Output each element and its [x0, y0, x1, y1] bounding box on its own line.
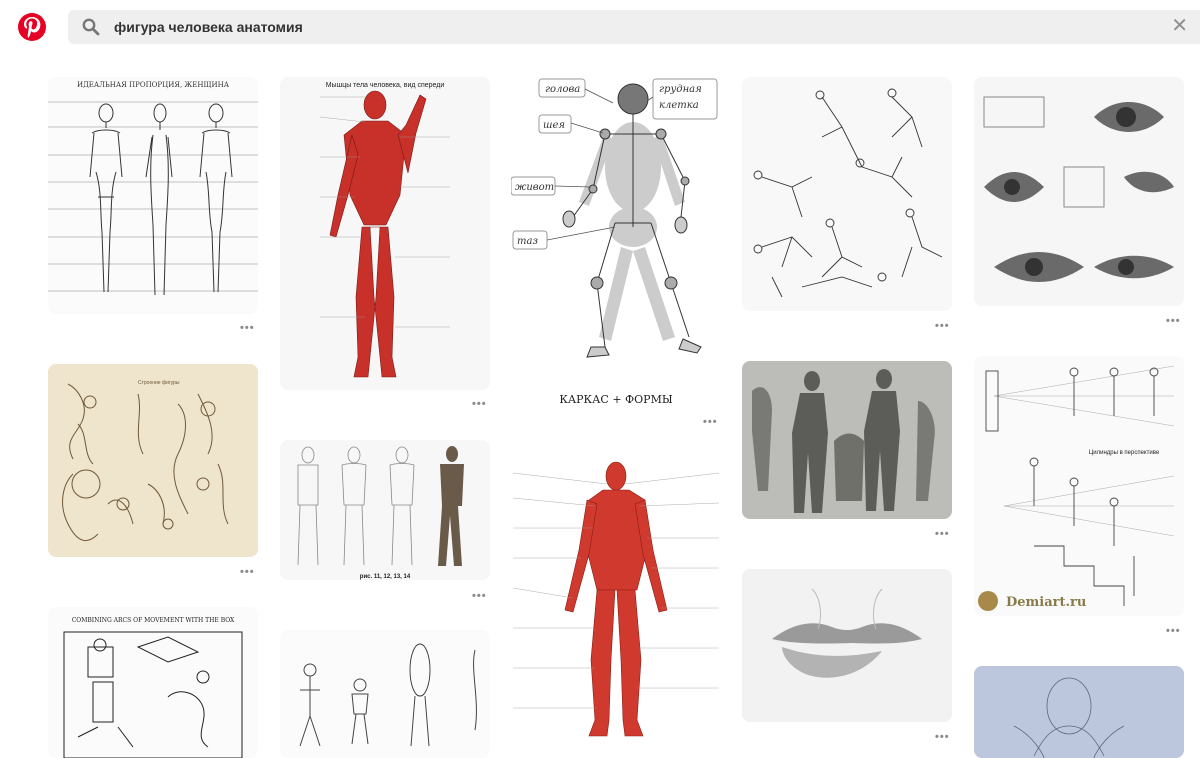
label-belly: живот: [515, 182, 554, 193]
pin-title: Цилиндры в перспективе: [1089, 450, 1160, 456]
pin-more-icon[interactable]: •••: [935, 731, 950, 743]
pinterest-logo-icon[interactable]: [18, 13, 46, 41]
pin-figure-stages[interactable]: рис. 11, 12, 13, 14: [280, 440, 490, 580]
pin-skeleton-frame[interactable]: голова грудная клетка шея живот таз КАРКА…: [511, 77, 721, 407]
pin-title: Строение фигуры: [138, 380, 180, 386]
pin-more-icon[interactable]: •••: [472, 398, 487, 410]
pin-more-icon[interactable]: •••: [935, 320, 950, 332]
clear-search-icon[interactable]: ✕: [1171, 16, 1188, 36]
pin-more-icon[interactable]: •••: [240, 322, 255, 334]
pin-cylinders-perspective[interactable]: Цилиндры в перспективе Demiart.ru: [974, 356, 1184, 616]
top-bar: фигура человека анатомия ✕: [0, 0, 1200, 60]
pin-more-icon[interactable]: •••: [703, 416, 718, 428]
pin-more-icon[interactable]: •••: [935, 528, 950, 540]
label-pelvis: таз: [517, 236, 538, 247]
pin-anatomy-studies[interactable]: [742, 361, 952, 519]
pin-blue-sketch[interactable]: [974, 666, 1184, 758]
pin-figure-construction[interactable]: [280, 630, 490, 758]
pin-title: COMBINING ARCS OF MOVEMENT WITH THE BOX: [72, 617, 235, 624]
pin-lips-drawing[interactable]: [742, 569, 952, 722]
label-chest-2: клетка: [659, 100, 699, 111]
pin-more-icon[interactable]: •••: [1166, 315, 1181, 327]
pin-muscular-system[interactable]: [511, 458, 721, 750]
pin-figure-sketches[interactable]: Строение фигуры: [48, 364, 258, 557]
pin-title: Мышцы тела человека, вид спереди: [326, 82, 445, 89]
pin-more-icon[interactable]: •••: [240, 566, 255, 578]
pin-ideal-proportion-woman[interactable]: ИДЕАЛЬНАЯ ПРОПОРЦИЯ, ЖЕНЩИНА: [48, 77, 258, 314]
pin-gesture-poses[interactable]: [742, 77, 952, 311]
label-neck: шея: [543, 120, 565, 131]
label-head: голова: [545, 84, 580, 95]
pin-caption: рис. 11, 12, 13, 14: [360, 574, 411, 580]
pin-combining-arcs[interactable]: COMBINING ARCS OF MOVEMENT WITH THE BOX: [48, 607, 258, 758]
pin-brand: Demiart.ru: [1006, 595, 1086, 610]
label-chest-1: грудная: [659, 84, 702, 95]
pin-more-icon[interactable]: •••: [1166, 625, 1181, 637]
pin-title: ИДЕАЛЬНАЯ ПРОПОРЦИЯ, ЖЕНЩИНА: [77, 81, 230, 89]
search-icon: [82, 18, 100, 36]
search-bar[interactable]: фигура человека анатомия ✕: [68, 10, 1200, 44]
pin-muscles-front[interactable]: Мышцы тела человека, вид спереди: [280, 77, 490, 390]
pin-more-icon[interactable]: •••: [472, 590, 487, 602]
pin-eye-studies[interactable]: [974, 77, 1184, 306]
search-input[interactable]: фигура человека анатомия: [114, 19, 303, 35]
pin-caption: КАРКАС + ФОРМЫ: [559, 393, 673, 406]
